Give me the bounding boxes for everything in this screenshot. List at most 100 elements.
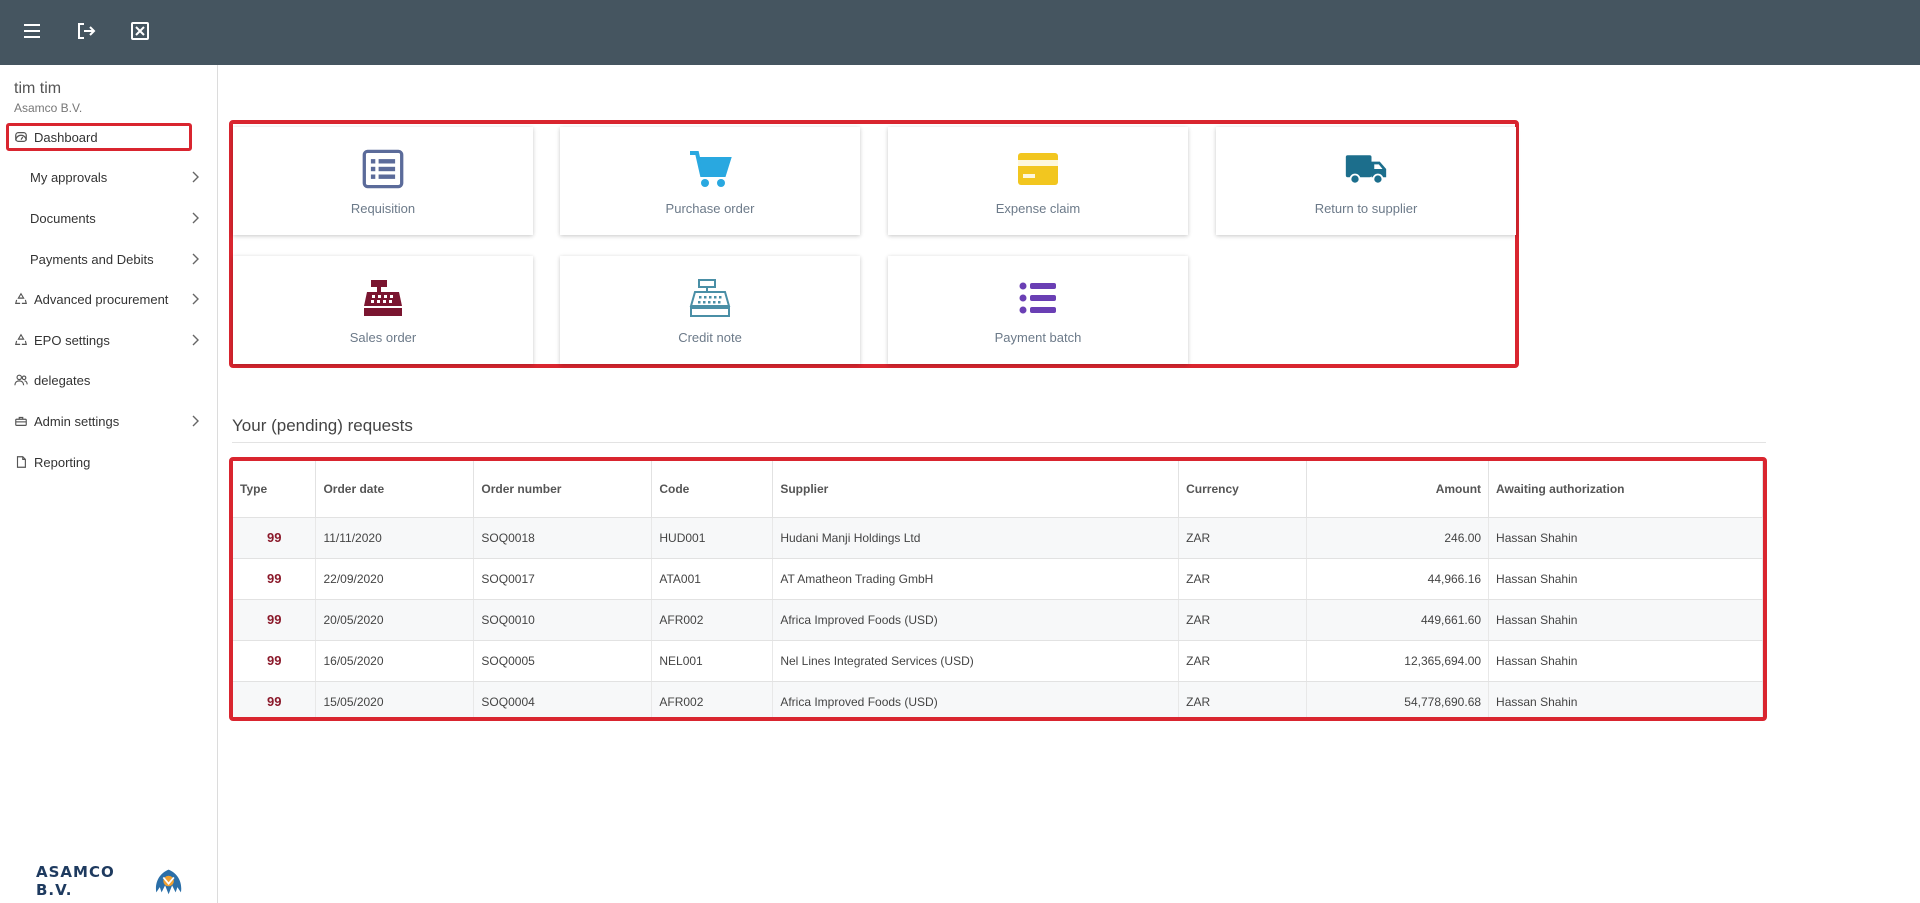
column-header-currency[interactable]: Currency (1178, 461, 1308, 518)
toolbox-icon (14, 414, 28, 428)
tile-requisition[interactable]: Requisition (233, 127, 533, 235)
list-icon (359, 149, 407, 189)
sidebar: tim tim Asamco B.V. Dashboard My approva… (0, 65, 218, 903)
user-company: Asamco B.V. (14, 101, 83, 115)
cell-order-date: 11/11/2020 (315, 517, 475, 559)
sidebar-item-label: Reporting (34, 454, 91, 470)
cell-awaiting: Hassan Shahin (1488, 517, 1763, 559)
tile-label: Purchase order (665, 201, 755, 216)
logo-emblem-icon (155, 869, 182, 895)
sidebar-item-label: Documents (30, 210, 96, 226)
document-icon (14, 455, 28, 469)
sidebar-item-label: delegates (34, 372, 91, 388)
tile-payment-batch[interactable]: Payment batch (888, 256, 1188, 364)
tile-return-to-supplier[interactable]: Return to supplier (1216, 127, 1516, 235)
tile-expense-claim[interactable]: Expense claim (888, 127, 1188, 235)
column-header-order-number[interactable]: Order number (473, 461, 653, 518)
logo-text: ASAMCO B.V. (36, 863, 115, 899)
quote-icon: 99 (267, 653, 282, 668)
user-name: tim tim (14, 80, 62, 97)
logout-icon[interactable] (74, 19, 98, 43)
tile-purchase-order[interactable]: Purchase order (560, 127, 860, 235)
chevron-right-icon (190, 333, 202, 347)
column-header-order-date[interactable]: Order date (315, 461, 475, 518)
cell-awaiting: Hassan Shahin (1488, 558, 1763, 600)
chevron-right-icon (190, 292, 202, 306)
close-window-icon[interactable] (128, 19, 152, 43)
cash-register-icon (359, 278, 407, 318)
sidebar-item-payments-debits[interactable]: Payments and Debits (0, 243, 218, 275)
tile-label: Credit note (678, 330, 742, 345)
sidebar-item-documents[interactable]: Documents (0, 202, 218, 234)
column-header-supplier[interactable]: Supplier (772, 461, 1180, 518)
table-row[interactable]: 99 20/05/2020 SOQ0010 AFR002 Africa Impr… (233, 599, 1763, 641)
chevron-right-icon (190, 252, 202, 266)
recycle-icon (14, 292, 28, 306)
cell-awaiting: Hassan Shahin (1488, 599, 1763, 641)
cart-icon (686, 149, 734, 189)
cell-currency: ZAR (1178, 640, 1308, 682)
cell-currency: ZAR (1178, 558, 1308, 600)
column-header-amount[interactable]: Amount (1306, 461, 1490, 518)
cell-awaiting: Hassan Shahin (1488, 681, 1763, 717)
tile-label: Sales order (349, 330, 417, 345)
cell-order-number: SOQ0010 (473, 599, 653, 641)
sidebar-item-label: My approvals (30, 169, 108, 185)
bullet-list-icon (1014, 278, 1062, 318)
company-logo: ASAMCO B.V. (36, 861, 186, 901)
menu-icon[interactable] (20, 19, 44, 43)
chevron-right-icon (190, 170, 202, 184)
cell-awaiting: Hassan Shahin (1488, 640, 1763, 682)
sidebar-item-label: Payments and Debits (30, 251, 154, 267)
cell-supplier: Hudani Manji Holdings Ltd (772, 517, 1180, 559)
cell-supplier: Africa Improved Foods (USD) (772, 681, 1180, 717)
sidebar-item-my-approvals[interactable]: My approvals (0, 161, 218, 193)
sidebar-item-label: EPO settings (34, 332, 110, 348)
column-header-type[interactable]: Type (233, 461, 317, 518)
sidebar-item-epo-settings[interactable]: EPO settings (0, 324, 218, 356)
cell-amount: 44,966.16 (1306, 558, 1490, 600)
cell-order-date: 16/05/2020 (315, 640, 475, 682)
cell-code: ATA001 (651, 558, 774, 600)
column-header-code[interactable]: Code (651, 461, 774, 518)
top-bar (0, 0, 1920, 65)
cell-amount: 12,365,694.00 (1306, 640, 1490, 682)
cell-currency: ZAR (1178, 681, 1308, 717)
column-header-awaiting-authorization[interactable]: Awaiting authorization (1488, 461, 1763, 518)
chevron-right-icon (190, 211, 202, 225)
table-row[interactable]: 99 15/05/2020 SOQ0004 AFR002 Africa Impr… (233, 681, 1763, 717)
cell-order-number: SOQ0017 (473, 558, 653, 600)
sidebar-item-delegates[interactable]: delegates (0, 364, 218, 396)
tile-label: Expense claim (995, 201, 1081, 216)
quote-icon: 99 (267, 612, 282, 627)
tile-credit-note[interactable]: Credit note (560, 256, 860, 364)
cell-code: HUD001 (651, 517, 774, 559)
sidebar-item-admin-settings[interactable]: Admin settings (0, 405, 218, 437)
cell-order-number: SOQ0018 (473, 517, 653, 559)
sidebar-item-label: Admin settings (34, 413, 120, 429)
quote-icon: 99 (267, 694, 282, 709)
pending-requests-title: Your (pending) requests (232, 416, 413, 435)
cell-order-date: 15/05/2020 (315, 681, 475, 717)
table-row[interactable]: 99 16/05/2020 SOQ0005 NEL001 Nel Lines I… (233, 640, 1763, 682)
chevron-right-icon (190, 414, 202, 428)
cell-currency: ZAR (1178, 599, 1308, 641)
cell-order-date: 22/09/2020 (315, 558, 475, 600)
cell-supplier: AT Amatheon Trading GmbH (772, 558, 1180, 600)
cell-code: AFR002 (651, 599, 774, 641)
cell-supplier: Nel Lines Integrated Services (USD) (772, 640, 1180, 682)
tile-label: Return to supplier (1314, 201, 1418, 216)
cell-supplier: Africa Improved Foods (USD) (772, 599, 1180, 641)
sidebar-item-advanced-procurement[interactable]: Advanced procurement (0, 283, 218, 315)
table-row[interactable]: 99 22/09/2020 SOQ0017 ATA001 AT Amatheon… (233, 558, 1763, 600)
sidebar-item-label: Advanced procurement (34, 291, 169, 307)
cell-order-date: 20/05/2020 (315, 599, 475, 641)
dashboard-highlight-box (6, 123, 192, 151)
sidebar-item-reporting[interactable]: Reporting (0, 446, 218, 478)
truck-icon (1342, 149, 1390, 189)
cell-code: NEL001 (651, 640, 774, 682)
tile-sales-order[interactable]: Sales order (233, 256, 533, 364)
table-row[interactable]: 99 11/11/2020 SOQ0018 HUD001 Hudani Manj… (233, 517, 1763, 559)
pending-requests-table: Type Order date Order number Code Suppli… (233, 461, 1763, 717)
cell-order-number: SOQ0004 (473, 681, 653, 717)
